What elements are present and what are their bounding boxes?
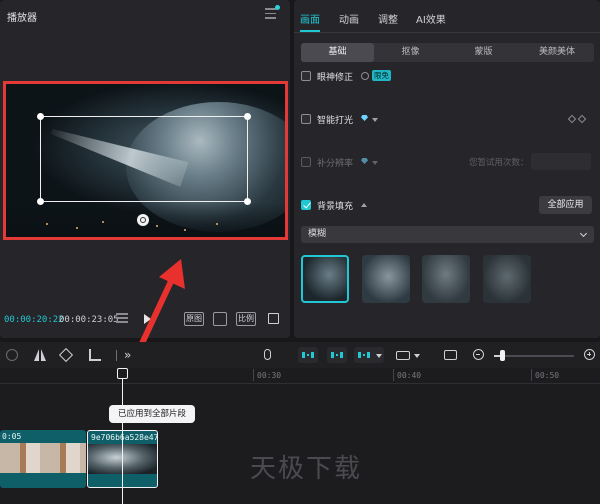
crop-icon[interactable] [89, 349, 101, 361]
ratio-button[interactable]: 比例 [236, 312, 256, 326]
resize-handle[interactable] [244, 198, 251, 205]
background-fill-label: 背景填充 [317, 202, 354, 212]
playhead-line[interactable] [122, 376, 123, 504]
tick-label: 00:40 [397, 371, 422, 380]
free-badge: 限免 [372, 70, 391, 81]
subtab-beauty[interactable]: 美颜美体 [520, 43, 594, 62]
eye-correction-label: 眼神修正 [317, 73, 354, 83]
resize-handle[interactable] [37, 113, 44, 120]
collapse-caret-icon[interactable] [361, 203, 367, 207]
blur-preset-3[interactable] [422, 255, 470, 303]
timeline-toolbar: » [0, 342, 600, 368]
subtab-cutout[interactable]: 抠像 [374, 43, 447, 62]
main-tabs: 画面 动画 调整 AI效果 [294, 0, 600, 33]
tick-label: 00:30 [257, 371, 282, 380]
active-tab-indicator [300, 30, 320, 32]
total-time: 00:00:23:05 [59, 315, 119, 325]
applied-tooltip: 已应用到全部片段 [109, 405, 196, 423]
option-eye-correction: 眼神修正 限免 [301, 69, 591, 85]
zoom-out-icon[interactable] [473, 349, 484, 360]
tick-label: 00:50 [535, 371, 560, 380]
fullscreen-icon[interactable] [268, 313, 279, 324]
option-background-fill: 背景填充 [301, 198, 531, 214]
tab-animation[interactable]: 动画 [339, 11, 359, 26]
zoom-in-icon[interactable] [584, 349, 595, 360]
undo-icon[interactable] [6, 349, 18, 361]
rotate-handle-icon[interactable] [137, 214, 149, 226]
background-fill-checkbox[interactable] [301, 200, 311, 210]
menu-icon[interactable] [265, 8, 276, 19]
keyframe-icon[interactable] [567, 114, 591, 124]
watermark: 天极下载 [250, 454, 363, 484]
vip-gem-icon [361, 115, 368, 121]
clip-1-label: 0:05 [2, 432, 22, 441]
chevron-down-icon [579, 229, 588, 238]
tab-adjust[interactable]: 调整 [378, 11, 398, 26]
zoom-slider-knob[interactable] [500, 350, 505, 361]
divider [116, 350, 117, 361]
blur-preset-2[interactable] [362, 255, 410, 303]
eye-correction-checkbox[interactable] [301, 71, 311, 81]
fill-mode-value: 模糊 [308, 229, 327, 239]
zoom-slider[interactable] [494, 355, 574, 357]
timeline: 00:30 00:40 00:50 0:05 9e706b6a528e47 已应… [0, 368, 600, 504]
smart-light-checkbox[interactable] [301, 114, 311, 124]
vip-gem-icon [361, 158, 368, 164]
main-track-magnet-button[interactable] [298, 347, 318, 363]
clip-1-thumbnails [0, 443, 86, 473]
clip-2-thumbnails [88, 444, 157, 474]
chevron-down-icon[interactable] [414, 354, 420, 358]
frame-interp-label: 补分辨率 [317, 159, 354, 169]
trial-field [531, 153, 591, 170]
selection-box[interactable] [37, 113, 251, 205]
blur-preset-4[interactable] [483, 255, 531, 303]
more-tools-icon[interactable]: » [124, 349, 136, 361]
smart-light-label: 智能打光 [317, 116, 354, 126]
tab-ai-effects[interactable]: AI效果 [416, 11, 446, 26]
clip-1[interactable]: 0:05 [0, 430, 86, 488]
clip-2-label: 9e706b6a528e47 [91, 433, 158, 442]
video-preview[interactable] [3, 81, 288, 240]
time-ruler[interactable]: 00:30 00:40 00:50 [0, 368, 600, 384]
rotate-icon[interactable] [58, 347, 74, 363]
trial-count-text: 您暂试用次数： [469, 158, 529, 168]
subtab-mask[interactable]: 蒙版 [447, 43, 520, 62]
fit-screen-icon[interactable] [213, 312, 227, 326]
playhead-handle[interactable] [117, 368, 128, 379]
auto-snap-button[interactable] [327, 347, 347, 363]
expand-caret-icon[interactable] [372, 118, 378, 122]
preview-axis-icon[interactable] [396, 351, 410, 360]
resize-handle[interactable] [244, 113, 251, 120]
sub-tabs: 基础 抠像 蒙版 美颜美体 [301, 43, 594, 62]
screenshot-icon[interactable] [444, 350, 457, 360]
tab-picture[interactable]: 画面 [300, 11, 320, 26]
info-icon[interactable] [361, 72, 369, 80]
expand-caret-icon[interactable] [372, 161, 378, 165]
subtab-basic[interactable]: 基础 [301, 43, 374, 62]
apply-all-button[interactable]: 全部应用 [539, 196, 592, 214]
notification-dot-icon [275, 5, 280, 10]
blur-preset-1[interactable] [301, 255, 349, 303]
frame-interp-checkbox[interactable] [301, 157, 311, 167]
current-time: 00:00:20:22 [4, 315, 64, 325]
properties-panel: 画面 动画 调整 AI效果 基础 抠像 蒙版 美颜美体 眼神修正 限免 智能打光… [294, 0, 600, 338]
option-frame-interpolation: 补分辨率 您暂试用次数： [301, 153, 591, 171]
mirror-icon[interactable] [34, 349, 46, 361]
player-title: 播放器 [7, 13, 37, 24]
option-smart-light: 智能打光 [301, 112, 591, 128]
resize-handle[interactable] [37, 198, 44, 205]
fill-mode-select[interactable]: 模糊 [301, 226, 594, 243]
microphone-icon[interactable] [264, 349, 271, 360]
chevron-down-icon[interactable] [376, 354, 382, 358]
